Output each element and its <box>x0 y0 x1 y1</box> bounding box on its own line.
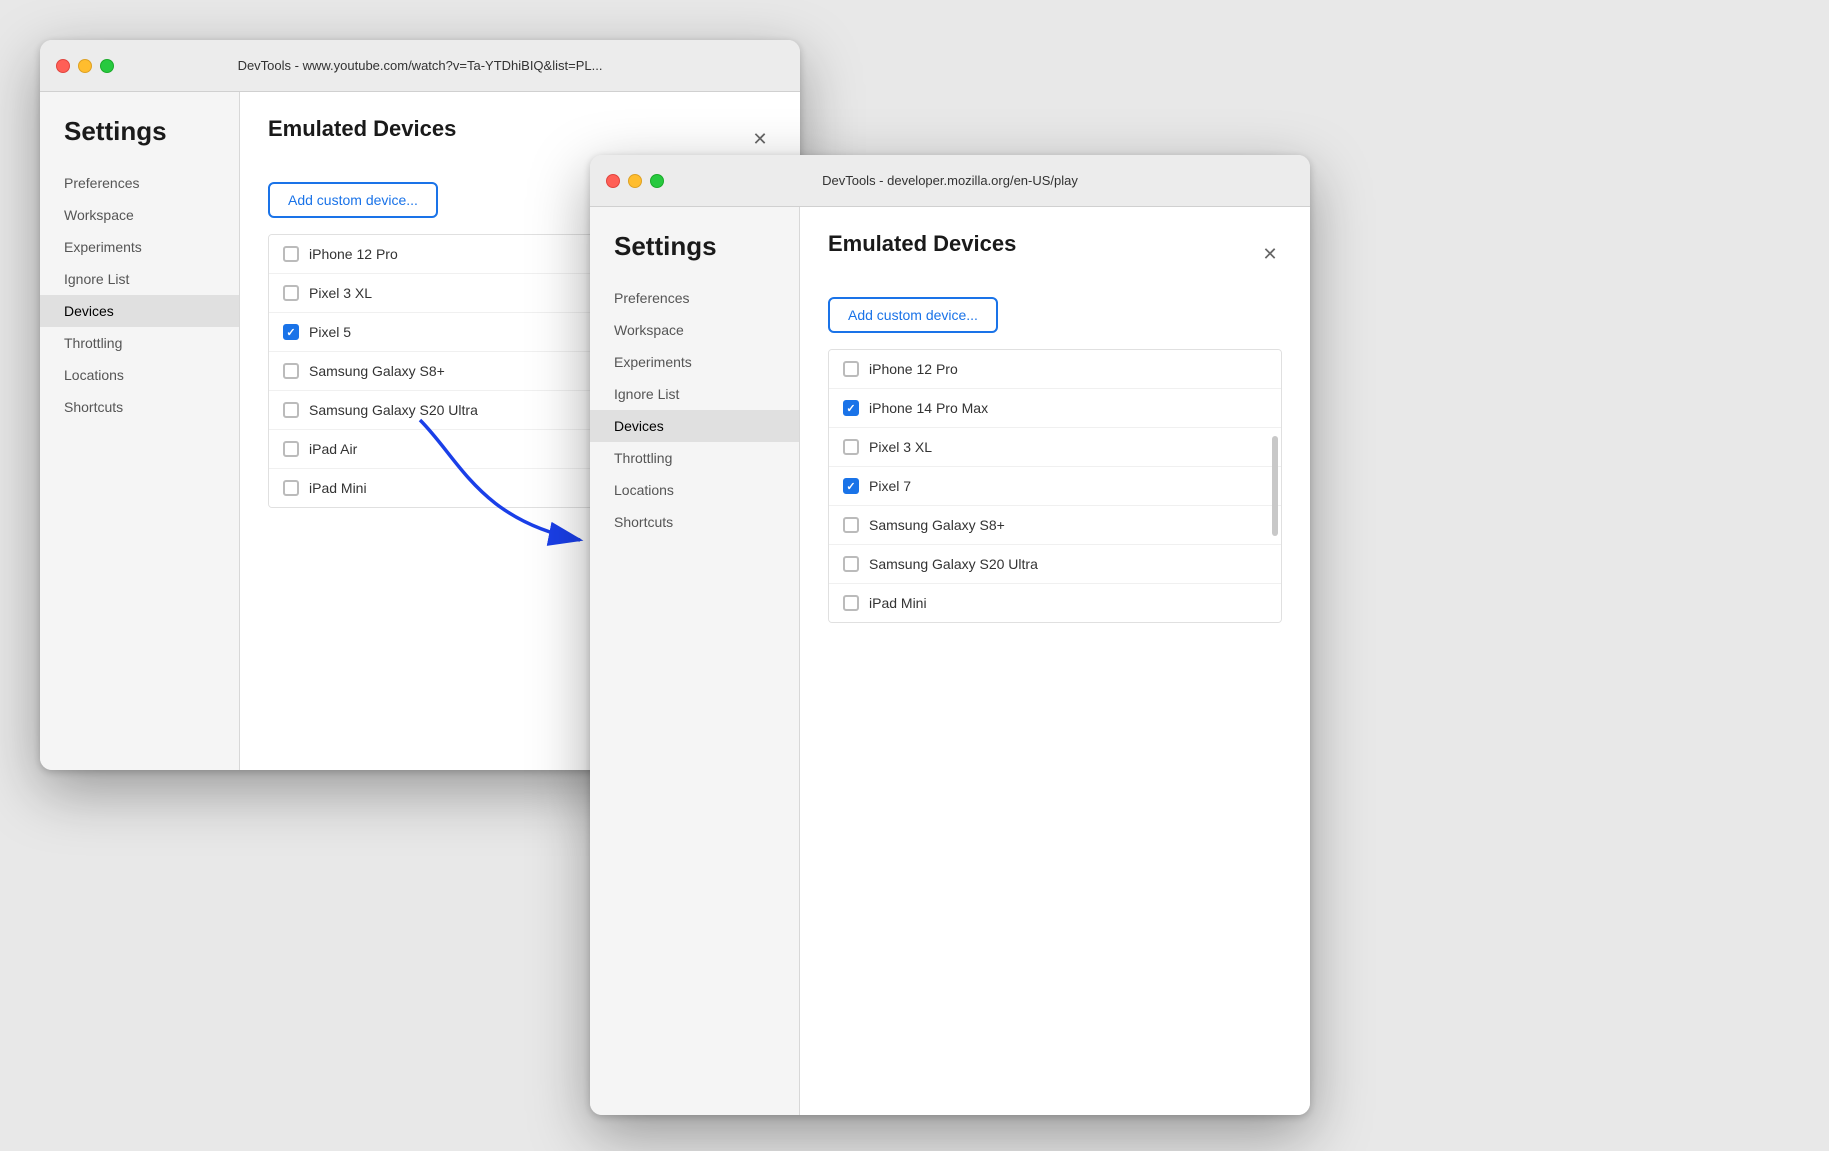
sidebar-item-preferences-2[interactable]: Preferences <box>590 282 799 314</box>
sidebar-item-throttling-2[interactable]: Throttling <box>590 442 799 474</box>
device-item-galaxys20-2[interactable]: Samsung Galaxy S20 Ultra <box>829 545 1281 584</box>
device-checkbox-galaxys20-2[interactable] <box>843 556 859 572</box>
sidebar-item-shortcuts-1[interactable]: Shortcuts <box>40 391 239 423</box>
sidebar-item-experiments-2[interactable]: Experiments <box>590 346 799 378</box>
device-checkbox-pixel3xl-1[interactable] <box>283 285 299 301</box>
sidebar-item-experiments-1[interactable]: Experiments <box>40 231 239 263</box>
device-checkbox-pixel5-1[interactable] <box>283 324 299 340</box>
settings-main-2: Emulated Devices ✕ Add custom device... … <box>800 207 1310 1115</box>
settings-layout-2: Settings Preferences Workspace Experimen… <box>590 207 1310 1115</box>
close-button-2[interactable] <box>606 174 620 188</box>
device-label-ipadmini-2: iPad Mini <box>869 595 927 611</box>
settings-heading-2: Settings <box>590 231 799 282</box>
titlebar-2: DevTools - developer.mozilla.org/en-US/p… <box>590 155 1310 207</box>
sidebar-item-workspace-1[interactable]: Workspace <box>40 199 239 231</box>
device-label-pixel3xl-1: Pixel 3 XL <box>309 285 372 301</box>
sidebar-item-locations-2[interactable]: Locations <box>590 474 799 506</box>
sidebar-item-throttling-1[interactable]: Throttling <box>40 327 239 359</box>
device-item-iphone12pro-2[interactable]: iPhone 12 Pro <box>829 350 1281 389</box>
window-title-1: DevTools - www.youtube.com/watch?v=Ta-YT… <box>238 58 603 73</box>
scrollbar-thumb-2[interactable] <box>1272 436 1278 536</box>
device-label-pixel5-1: Pixel 5 <box>309 324 351 340</box>
device-checkbox-ipadair-1[interactable] <box>283 441 299 457</box>
emulated-devices-title-1: Emulated Devices <box>268 116 456 142</box>
device-label-pixel3xl-2: Pixel 3 XL <box>869 439 932 455</box>
device-checkbox-ipadmini-2[interactable] <box>843 595 859 611</box>
device-checkbox-ipadmini-1[interactable] <box>283 480 299 496</box>
add-custom-device-button-1[interactable]: Add custom device... <box>268 182 438 218</box>
close-button-panel-1[interactable]: ✕ <box>748 127 772 151</box>
minimize-button-2[interactable] <box>628 174 642 188</box>
devices-list-2: iPhone 12 Pro iPhone 14 Pro Max Pixel 3 … <box>828 349 1282 623</box>
scrollbar-track-2[interactable] <box>1271 350 1279 622</box>
device-label-galaxys8-1: Samsung Galaxy S8+ <box>309 363 445 379</box>
device-label-ipadmini-1: iPad Mini <box>309 480 367 496</box>
device-label-ipadair-1: iPad Air <box>309 441 357 457</box>
window-title-2: DevTools - developer.mozilla.org/en-US/p… <box>822 173 1078 188</box>
sidebar-item-preferences-1[interactable]: Preferences <box>40 167 239 199</box>
device-label-galaxys20-1: Samsung Galaxy S20 Ultra <box>309 402 478 418</box>
sidebar-item-workspace-2[interactable]: Workspace <box>590 314 799 346</box>
devices-list-items-2: iPhone 12 Pro iPhone 14 Pro Max Pixel 3 … <box>829 350 1281 622</box>
titlebar-1: DevTools - www.youtube.com/watch?v=Ta-YT… <box>40 40 800 92</box>
add-custom-device-button-2[interactable]: Add custom device... <box>828 297 998 333</box>
minimize-button-1[interactable] <box>78 59 92 73</box>
device-checkbox-galaxys8-1[interactable] <box>283 363 299 379</box>
sidebar-item-ignorelist-2[interactable]: Ignore List <box>590 378 799 410</box>
sidebar-item-ignorelist-1[interactable]: Ignore List <box>40 263 239 295</box>
device-checkbox-iphone14promax-2[interactable] <box>843 400 859 416</box>
traffic-lights-2[interactable] <box>606 174 664 188</box>
fullscreen-button-2[interactable] <box>650 174 664 188</box>
close-button-1[interactable] <box>56 59 70 73</box>
emulated-devices-title-2: Emulated Devices <box>828 231 1016 257</box>
sidebar-item-devices-2[interactable]: Devices <box>590 410 799 442</box>
device-label-iphone12pro-1: iPhone 12 Pro <box>309 246 398 262</box>
device-item-iphone14promax-2[interactable]: iPhone 14 Pro Max <box>829 389 1281 428</box>
fullscreen-button-1[interactable] <box>100 59 114 73</box>
sidebar-item-devices-1[interactable]: Devices <box>40 295 239 327</box>
sidebar-item-shortcuts-2[interactable]: Shortcuts <box>590 506 799 538</box>
device-label-galaxys20-2: Samsung Galaxy S20 Ultra <box>869 556 1038 572</box>
settings-sidebar-2: Settings Preferences Workspace Experimen… <box>590 207 800 1115</box>
close-button-panel-2[interactable]: ✕ <box>1258 242 1282 266</box>
device-item-galaxys8-2[interactable]: Samsung Galaxy S8+ <box>829 506 1281 545</box>
device-label-iphone14promax-2: iPhone 14 Pro Max <box>869 400 988 416</box>
device-item-pixel7-2[interactable]: Pixel 7 <box>829 467 1281 506</box>
device-item-pixel3xl-2[interactable]: Pixel 3 XL <box>829 428 1281 467</box>
settings-sidebar-1: Settings Preferences Workspace Experimen… <box>40 92 240 770</box>
traffic-lights-1[interactable] <box>56 59 114 73</box>
sidebar-item-locations-1[interactable]: Locations <box>40 359 239 391</box>
device-item-ipadmini-2[interactable]: iPad Mini <box>829 584 1281 622</box>
device-checkbox-iphone12pro-1[interactable] <box>283 246 299 262</box>
device-checkbox-galaxys20-1[interactable] <box>283 402 299 418</box>
device-label-iphone12pro-2: iPhone 12 Pro <box>869 361 958 377</box>
device-checkbox-pixel3xl-2[interactable] <box>843 439 859 455</box>
window-2[interactable]: DevTools - developer.mozilla.org/en-US/p… <box>590 155 1310 1115</box>
settings-heading-1: Settings <box>40 116 239 167</box>
device-checkbox-pixel7-2[interactable] <box>843 478 859 494</box>
device-label-pixel7-2: Pixel 7 <box>869 478 911 494</box>
device-label-galaxys8-2: Samsung Galaxy S8+ <box>869 517 1005 533</box>
device-checkbox-iphone12pro-2[interactable] <box>843 361 859 377</box>
device-checkbox-galaxys8-2[interactable] <box>843 517 859 533</box>
